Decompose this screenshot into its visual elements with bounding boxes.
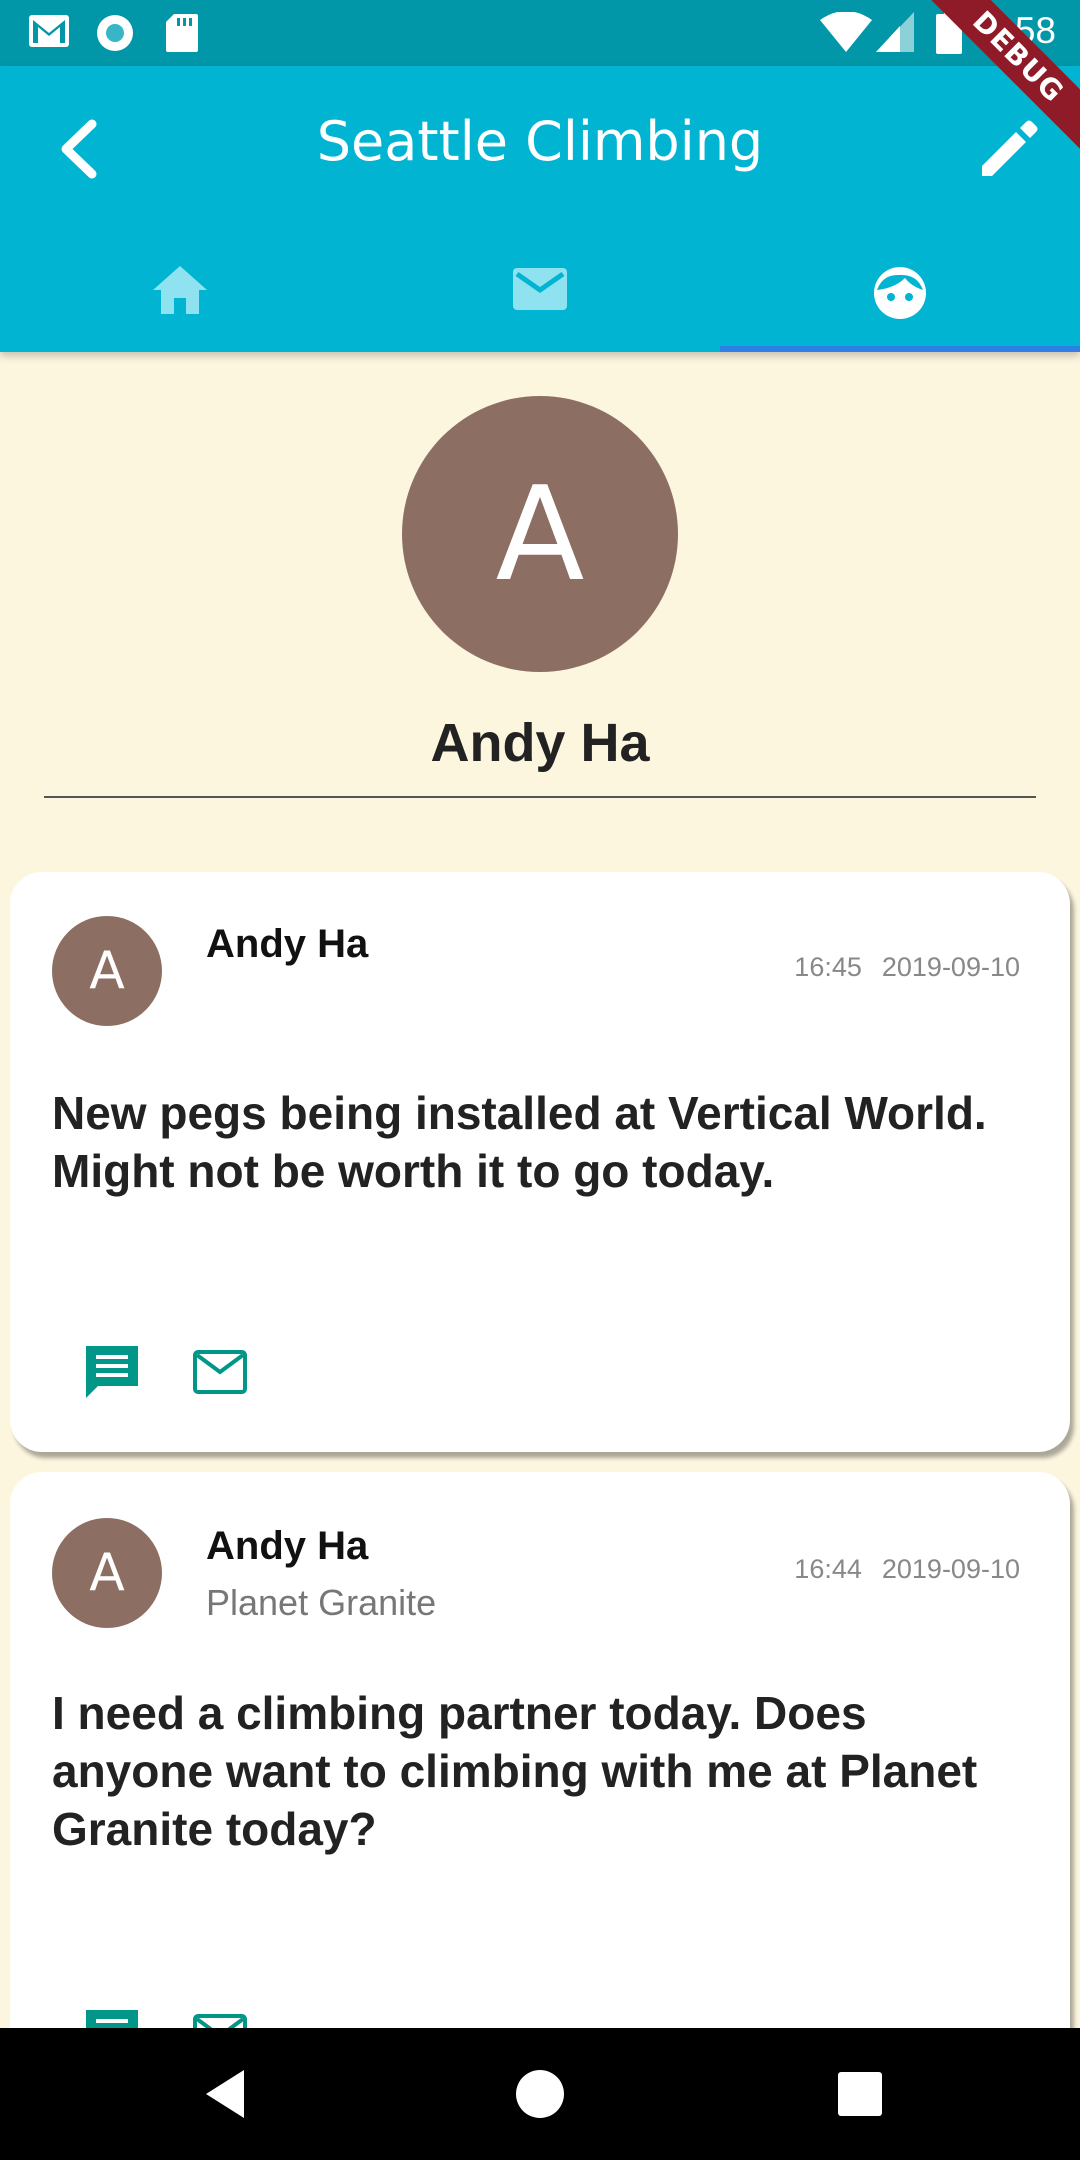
divider xyxy=(44,796,1036,798)
post-timestamp: 16:44 2019-09-10 xyxy=(794,1554,1020,1585)
app-bar: Seattle Climbing xyxy=(0,66,1080,352)
tab-home[interactable] xyxy=(0,244,360,352)
gmail-icon xyxy=(29,15,69,47)
avatar: A xyxy=(52,1518,162,1628)
mail-icon xyxy=(513,268,567,310)
screen: 4:58 DEBUG Seattle Climbing xyxy=(0,0,1080,2160)
sync-icon xyxy=(97,15,133,51)
nav-recents-icon[interactable] xyxy=(824,2058,896,2130)
face-icon xyxy=(874,267,926,319)
post-author: Andy Ha xyxy=(206,922,369,966)
post-body: New pegs being installed at Vertical Wor… xyxy=(52,1087,987,1197)
avatar: A xyxy=(52,916,162,1026)
post-author: Andy Ha xyxy=(206,1524,369,1568)
post-date: 2019-09-10 xyxy=(881,952,1020,982)
edit-pencil-icon[interactable] xyxy=(976,116,1042,182)
status-bar: 4:58 xyxy=(0,0,1080,66)
system-nav-bar xyxy=(0,2028,1080,2160)
profile-avatar: A xyxy=(402,396,678,672)
tab-profile[interactable] xyxy=(720,244,1080,352)
tab-indicator xyxy=(720,346,1080,352)
post-time: 16:44 xyxy=(794,1554,862,1584)
profile-name: Andy Ha xyxy=(430,713,650,773)
page-title: Seattle Climbing xyxy=(316,110,764,173)
signal-icon xyxy=(876,12,914,52)
post-time: 16:45 xyxy=(794,952,862,982)
tab-messages[interactable] xyxy=(360,244,720,352)
nav-back-icon[interactable] xyxy=(194,2058,266,2130)
post-location: Planet Granite xyxy=(206,1582,437,1623)
post-card[interactable]: A Andy Ha 16:45 2019-09-10 New pegs being… xyxy=(10,872,1070,1452)
post-body: I need a climbing partner today. Does an… xyxy=(52,1687,978,1855)
nav-home-icon[interactable] xyxy=(504,2058,576,2130)
comment-icon[interactable] xyxy=(82,1342,142,1402)
sd-card-icon xyxy=(166,14,198,52)
wifi-icon xyxy=(820,12,872,52)
post-timestamp: 16:45 2019-09-10 xyxy=(794,952,1020,983)
post-date: 2019-09-10 xyxy=(881,1554,1020,1584)
mail-outline-icon[interactable] xyxy=(190,1342,250,1402)
home-icon xyxy=(153,266,207,314)
